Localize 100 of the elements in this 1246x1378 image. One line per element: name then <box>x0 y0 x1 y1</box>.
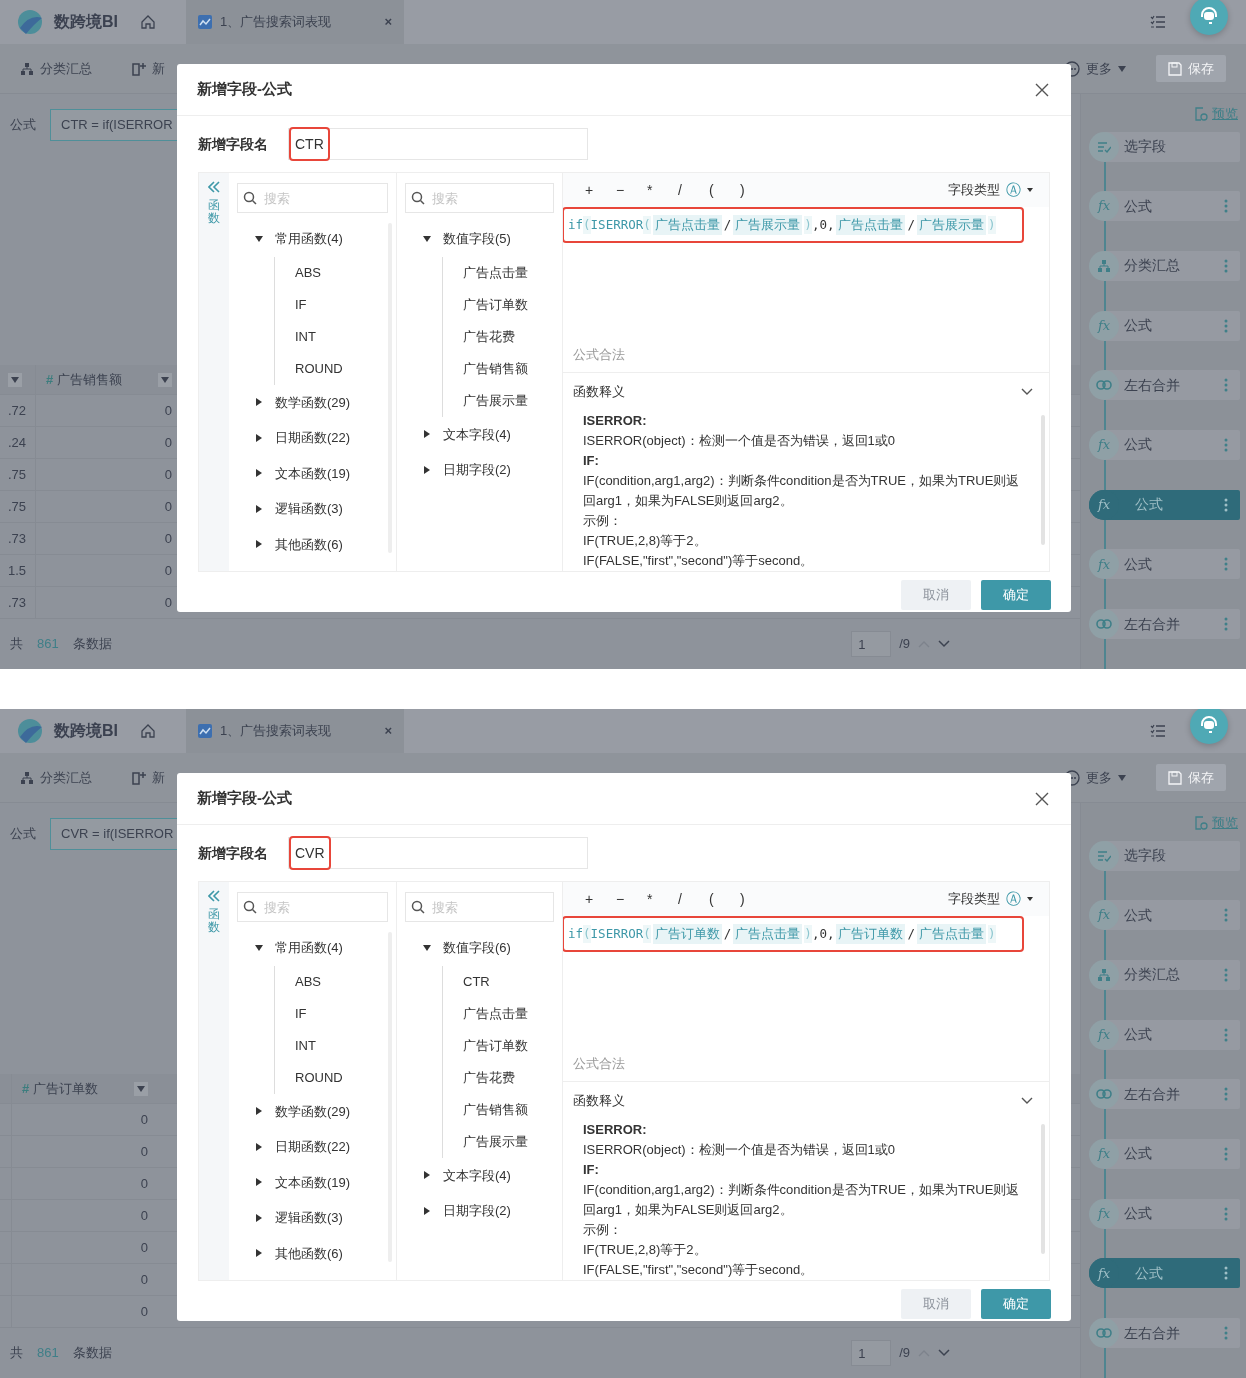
pipeline-step[interactable]: 左右合并 <box>1089 1318 1240 1348</box>
pipeline-step[interactable]: fx 公式 <box>1089 310 1240 341</box>
pipeline-step[interactable]: 左右合并 <box>1089 370 1240 401</box>
field-name-input[interactable]: CVR <box>288 837 588 869</box>
function-item[interactable]: INT <box>295 1035 316 1056</box>
function-item[interactable]: ROUND <box>295 358 343 379</box>
page-input[interactable]: 1 <box>851 1340 892 1366</box>
close-icon[interactable] <box>1035 82 1049 97</box>
home-icon[interactable] <box>140 723 156 739</box>
field-item[interactable]: 广告点击量 <box>463 1003 528 1024</box>
function-item[interactable]: ABS <box>295 971 321 992</box>
chevron-down-icon[interactable] <box>938 1349 950 1357</box>
function-item[interactable]: IF <box>295 1003 307 1024</box>
search-field[interactable]: 搜索 <box>237 183 388 213</box>
function-group[interactable]: 日期函数(22) <box>275 1137 351 1157</box>
field-name-input[interactable]: CTR <box>288 128 588 160</box>
function-item[interactable]: INT <box>295 326 316 347</box>
function-group[interactable]: 文本函数(19) <box>275 1172 351 1192</box>
function-group[interactable]: 逻辑函数(3) <box>275 499 343 519</box>
operator-button[interactable]: + <box>585 888 616 910</box>
collapse-arrow-icon[interactable] <box>255 234 263 243</box>
field-item[interactable]: 广告展示量 <box>463 1131 528 1152</box>
field-item[interactable]: 广告销售额 <box>463 358 528 379</box>
operator-button[interactable]: + <box>585 179 616 201</box>
collapse-arrow-icon[interactable] <box>255 943 263 952</box>
pipeline-step[interactable]: fx 公式 <box>1089 1198 1240 1229</box>
pipeline-step[interactable]: 选字段 <box>1089 840 1240 871</box>
pipeline-step[interactable]: 左右合并 <box>1089 1079 1240 1110</box>
collapse-arrow-icon[interactable] <box>423 943 431 952</box>
function-group[interactable]: 数学函数(29) <box>275 1101 351 1121</box>
column-menu-button[interactable] <box>134 1081 148 1096</box>
help-header[interactable]: 函数释义 <box>563 1082 1049 1120</box>
column-menu-button[interactable] <box>158 372 172 387</box>
field-item[interactable]: 广告花费 <box>463 1067 515 1088</box>
operator-button[interactable]: ) <box>740 888 771 910</box>
expand-arrow-icon[interactable] <box>255 1178 263 1187</box>
expand-arrow-icon[interactable] <box>255 398 263 407</box>
expand-arrow-icon[interactable] <box>423 465 431 474</box>
expand-arrow-icon[interactable] <box>423 1206 431 1215</box>
function-group[interactable]: 常用函数(4) <box>275 229 343 249</box>
operator-button[interactable]: − <box>616 179 647 201</box>
expand-arrow-icon[interactable] <box>255 1249 263 1258</box>
help-header[interactable]: 函数释义 <box>563 373 1049 411</box>
function-group[interactable]: 常用函数(4) <box>275 938 343 958</box>
pipeline-step[interactable]: fx 公式 <box>1089 549 1240 580</box>
field-item[interactable]: 广告展示量 <box>463 390 528 411</box>
expand-arrow-icon[interactable] <box>255 540 263 549</box>
function-group[interactable]: 其他函数(6) <box>275 534 343 554</box>
function-group[interactable]: 其他函数(6) <box>275 1243 343 1263</box>
expand-arrow-icon[interactable] <box>255 1213 263 1222</box>
operator-button[interactable]: ) <box>740 179 771 201</box>
field-group[interactable]: 文本字段(4) <box>443 424 511 444</box>
field-item[interactable]: 广告点击量 <box>463 262 528 283</box>
kebab-icon[interactable] <box>1224 1266 1228 1281</box>
field-group[interactable]: 日期字段(2) <box>443 1201 511 1221</box>
field-group[interactable]: 日期字段(2) <box>443 460 511 480</box>
column-menu-button[interactable] <box>8 372 22 387</box>
field-item[interactable]: CTR <box>463 971 490 992</box>
pipeline-step[interactable]: 分类汇总 <box>1089 250 1240 281</box>
field-item[interactable]: 广告订单数 <box>463 294 528 315</box>
function-group[interactable]: 文本函数(19) <box>275 463 351 483</box>
page-input[interactable]: 1 <box>851 631 892 657</box>
pipeline-step[interactable]: fx 公式 <box>1089 191 1240 222</box>
pipeline-step[interactable]: fx 公式 <box>1089 1019 1240 1050</box>
pipeline-step[interactable]: fx 公式 <box>1089 429 1240 460</box>
operator-button[interactable]: − <box>616 888 647 910</box>
operator-button[interactable]: * <box>647 888 678 910</box>
pipeline-step[interactable]: 分类汇总 <box>1089 959 1240 990</box>
expand-arrow-icon[interactable] <box>255 504 263 513</box>
pipeline-step[interactable]: 左右合并 <box>1089 609 1240 639</box>
function-item[interactable]: ROUND <box>295 1067 343 1088</box>
list-icon[interactable] <box>1150 15 1166 29</box>
operator-button[interactable]: / <box>678 179 709 201</box>
pipeline-step[interactable]: 选字段 <box>1089 131 1240 162</box>
expand-arrow-icon[interactable] <box>255 433 263 442</box>
function-group[interactable]: 日期函数(22) <box>275 428 351 448</box>
field-group[interactable]: 文本字段(4) <box>443 1165 511 1185</box>
function-item[interactable]: IF <box>295 294 307 315</box>
operator-button[interactable]: ( <box>709 888 740 910</box>
operator-button[interactable]: * <box>647 179 678 201</box>
close-icon[interactable] <box>1035 791 1049 806</box>
function-group[interactable]: 数学函数(29) <box>275 392 351 412</box>
search-field[interactable]: 搜索 <box>405 183 554 213</box>
pipeline-step[interactable]: fx 公式 <box>1089 900 1240 931</box>
home-icon[interactable] <box>140 14 156 30</box>
pipeline-step[interactable]: fx 公式 <box>1089 1138 1240 1169</box>
function-item[interactable]: ABS <box>295 262 321 283</box>
operator-button[interactable]: ( <box>709 179 740 201</box>
expand-arrow-icon[interactable] <box>255 469 263 478</box>
function-group[interactable]: 逻辑函数(3) <box>275 1208 343 1228</box>
operator-button[interactable]: / <box>678 888 709 910</box>
field-item[interactable]: 广告花费 <box>463 326 515 347</box>
field-group[interactable]: 数值字段(6) <box>443 938 511 958</box>
field-group[interactable]: 数值字段(5) <box>443 229 511 249</box>
expand-arrow-icon[interactable] <box>423 1171 431 1180</box>
search-field[interactable]: 搜索 <box>405 892 554 922</box>
field-item[interactable]: 广告订单数 <box>463 1035 528 1056</box>
field-item[interactable]: 广告销售额 <box>463 1099 528 1120</box>
collapse-arrow-icon[interactable] <box>423 234 431 243</box>
kebab-icon[interactable] <box>1224 497 1228 512</box>
